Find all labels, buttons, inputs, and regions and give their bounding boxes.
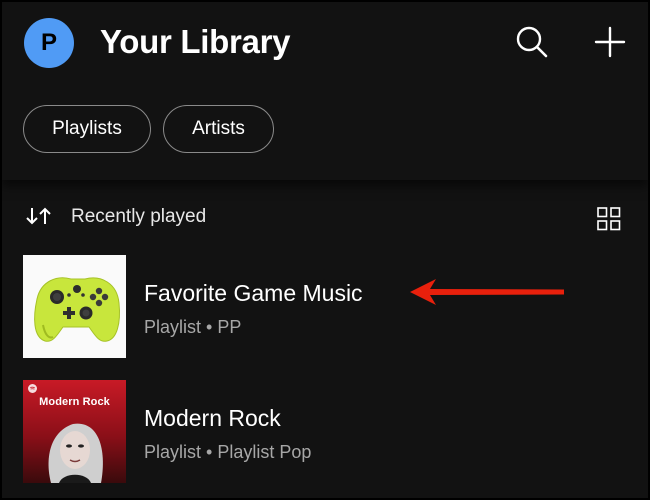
grid-view-icon [597, 207, 621, 231]
cover-title: Modern Rock [39, 396, 110, 408]
plus-icon [594, 26, 626, 58]
spotify-logo-icon [28, 384, 37, 393]
page-title: Your Library [100, 23, 291, 60]
filter-chip-playlists[interactable]: Playlists [23, 105, 151, 153]
add-button[interactable] [590, 22, 630, 62]
playlist-title: Modern Rock [144, 405, 281, 431]
app-screen: P Your Library Playlists Artists Recentl… [2, 2, 648, 498]
search-button[interactable] [512, 22, 552, 62]
sort-arrows-icon [26, 207, 51, 225]
library-header: P Your Library Playlists Artists [2, 2, 648, 180]
playlist-subtitle: Playlist • Playlist Pop [144, 442, 312, 462]
playlist-cover [23, 255, 126, 358]
sort-row: Recently played [2, 194, 648, 238]
sort-label[interactable]: Recently played [71, 206, 206, 228]
sort-button[interactable] [24, 206, 54, 226]
playlist-subtitle: Playlist • PP [144, 317, 242, 337]
search-icon [516, 26, 548, 58]
annotation-arrow-icon [410, 279, 564, 305]
playlist-title: Favorite Game Music [144, 280, 363, 306]
list-item[interactable]: Favorite Game Music Playlist • PP [2, 255, 648, 359]
profile-avatar[interactable]: P [24, 18, 74, 68]
view-toggle-button[interactable] [597, 207, 621, 231]
game-controller-artwork [23, 255, 126, 358]
list-item[interactable]: Modern Rock Modern Rock Playlist • Playl… [2, 380, 648, 484]
playlist-cover: Modern Rock [23, 380, 126, 483]
filter-chip-artists[interactable]: Artists [163, 105, 274, 153]
